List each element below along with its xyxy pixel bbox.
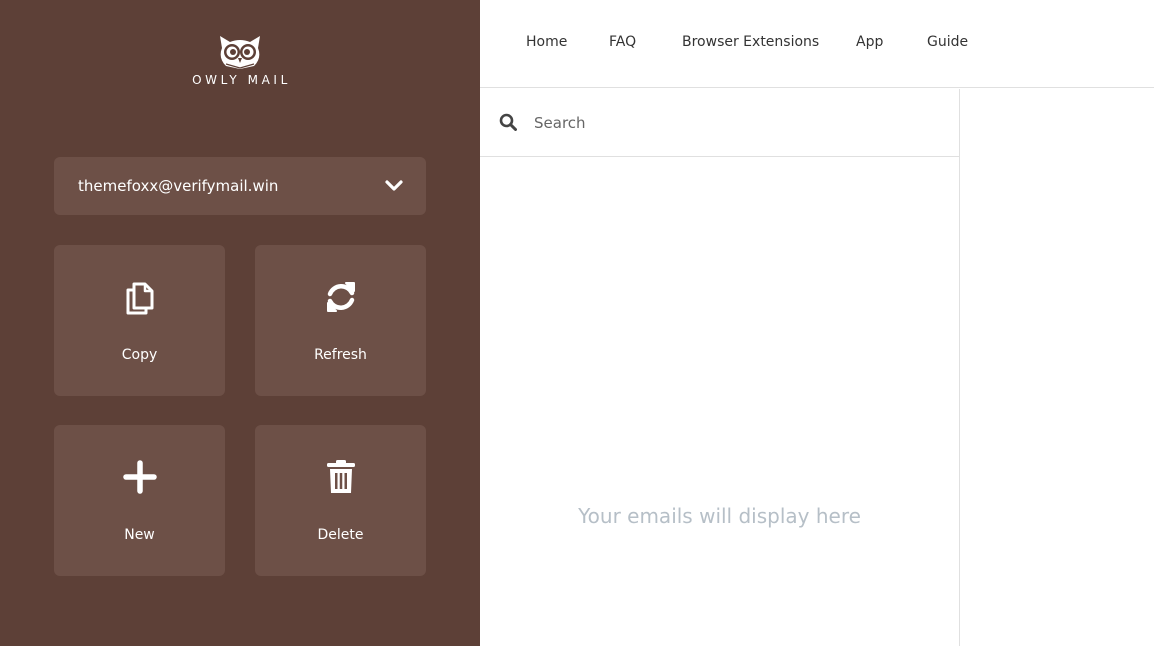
sidebar: OWLY MAIL themefoxx@verifymail.win Copy … [0, 0, 480, 646]
search-icon[interactable] [499, 113, 517, 131]
trash-icon [326, 460, 355, 493]
refresh-icon [326, 282, 355, 312]
nav-browser-extensions[interactable]: Browser Extensions [682, 34, 819, 50]
delete-button[interactable]: Delete [255, 425, 426, 576]
new-label: New [124, 527, 155, 543]
search-input[interactable] [534, 109, 934, 137]
email-address-dropdown[interactable]: themefoxx@verifymail.win [54, 157, 426, 215]
owl-icon [220, 36, 260, 69]
nav-app[interactable]: App [856, 34, 883, 50]
brand-logo[interactable]: OWLY MAIL [0, 34, 480, 87]
copy-button[interactable]: Copy [54, 245, 225, 396]
refresh-label: Refresh [314, 347, 367, 363]
copy-label: Copy [121, 347, 158, 363]
top-navigation: Home FAQ Browser Extensions App Guide [480, 0, 1154, 88]
copy-icon [126, 282, 153, 315]
nav-home[interactable]: Home [526, 34, 567, 50]
brand-name: OWLY MAIL [192, 73, 291, 87]
nav-guide[interactable]: Guide [927, 34, 968, 50]
nav-faq[interactable]: FAQ [609, 34, 636, 50]
delete-label: Delete [317, 527, 364, 543]
search-bar [480, 89, 959, 157]
pane-divider [959, 89, 960, 646]
plus-icon [122, 460, 157, 494]
empty-inbox-message: Your emails will display here [578, 504, 861, 528]
chevron-down-icon [385, 180, 403, 191]
new-address-button[interactable]: New [54, 425, 225, 576]
current-email-address: themefoxx@verifymail.win [78, 177, 279, 195]
refresh-button[interactable]: Refresh [255, 245, 426, 396]
